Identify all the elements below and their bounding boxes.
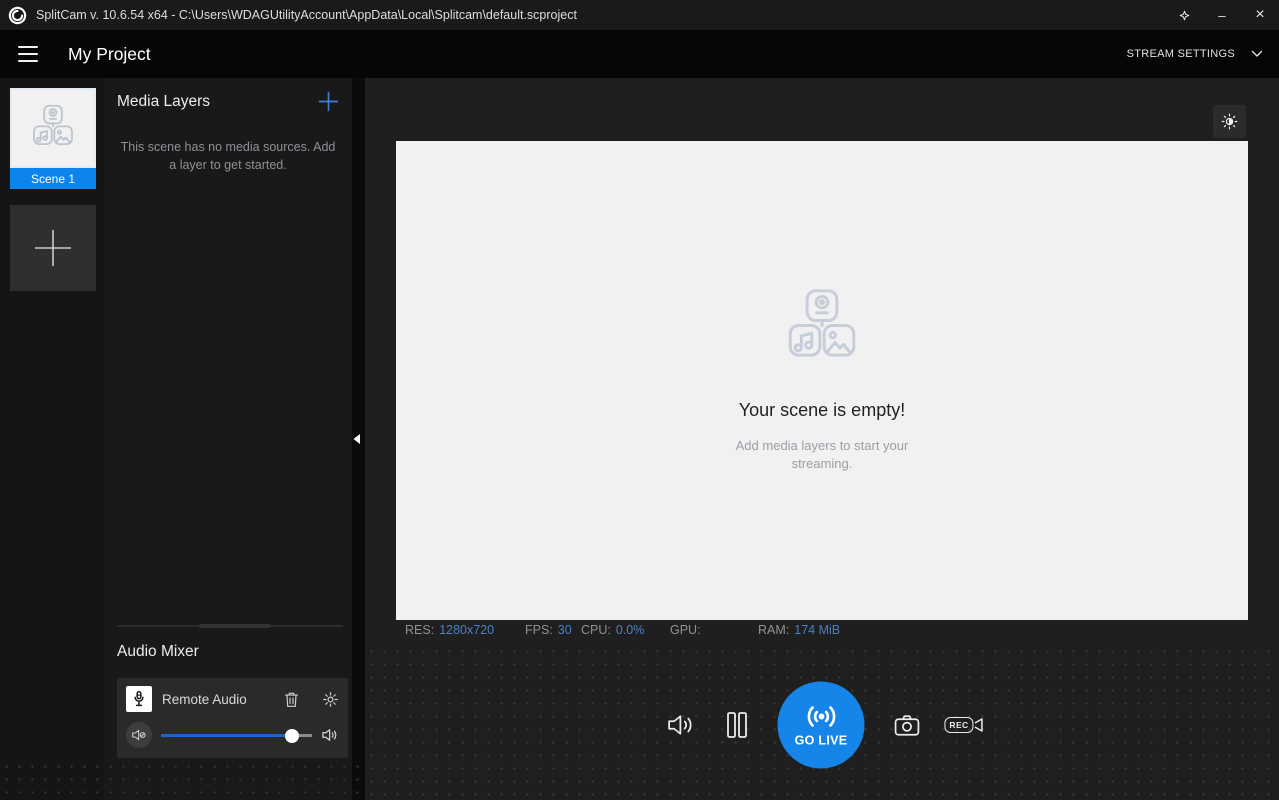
plus-icon xyxy=(33,228,73,268)
scene-label: Scene 1 xyxy=(10,168,96,189)
window-title: SplitCam v. 10.6.54 x64 - C:\Users\WDAGU… xyxy=(36,8,577,22)
panel-collapse-handle[interactable] xyxy=(352,78,365,800)
stat-ram: RAM:174 MiB xyxy=(758,623,840,637)
close-icon: × xyxy=(1255,6,1264,24)
brightness-button[interactable] xyxy=(1213,105,1246,138)
media-layers-title: Media Layers xyxy=(117,93,210,111)
output-volume-button[interactable] xyxy=(666,712,696,738)
minimize-button[interactable]: – xyxy=(1203,0,1241,30)
minimize-icon: – xyxy=(1218,8,1225,23)
scene-thumbnail xyxy=(10,88,96,168)
add-layer-button[interactable] xyxy=(317,90,340,113)
record-button[interactable]: REC xyxy=(944,717,983,733)
media-layers-panel: Media Layers This scene has no media sou… xyxy=(104,78,352,800)
hamburger-icon xyxy=(18,46,38,48)
delete-audio-source-button[interactable] xyxy=(284,691,299,708)
broadcast-icon xyxy=(803,703,839,731)
stat-cpu: CPU:0.0% xyxy=(581,623,644,637)
snapshot-button[interactable] xyxy=(893,713,921,737)
stat-fps: FPS:30 xyxy=(525,623,572,637)
scenes-sidebar: Scene 1 xyxy=(0,78,104,800)
preview-canvas: Your scene is empty! Add media layers to… xyxy=(396,141,1248,620)
empty-scene-title: Your scene is empty! xyxy=(739,400,905,421)
stat-gpu: GPU: xyxy=(670,623,706,637)
pause-icon xyxy=(725,711,749,739)
speaker-icon xyxy=(321,727,339,743)
preview-area: Your scene is empty! Add media layers to… xyxy=(365,78,1279,800)
rec-icon: REC xyxy=(944,717,983,733)
trash-icon xyxy=(284,691,299,708)
volume-slider[interactable] xyxy=(161,728,312,742)
scene-item-1[interactable]: Scene 1 xyxy=(10,88,96,189)
layers-scrollbar[interactable] xyxy=(117,623,343,628)
collapse-left-icon xyxy=(352,433,361,445)
four-point-star-icon xyxy=(1178,9,1191,22)
pin-button[interactable] xyxy=(1165,0,1203,30)
camera-icon xyxy=(893,713,921,737)
rec-label: REC xyxy=(944,717,973,733)
audio-volume-row xyxy=(126,722,339,748)
window-controls: – × xyxy=(1165,0,1279,30)
empty-scene-subtitle: Add media layers to start your streaming… xyxy=(730,437,915,473)
close-button[interactable]: × xyxy=(1241,0,1279,30)
brightness-sun-icon xyxy=(1220,112,1239,131)
media-layers-header: Media Layers xyxy=(117,90,340,113)
camcorder-cone-icon xyxy=(974,717,984,733)
audio-source-row: Remote Audio xyxy=(126,685,339,713)
scrollbar-thumb[interactable] xyxy=(199,624,271,628)
stream-settings-button[interactable]: STREAM SETTINGS xyxy=(1127,48,1263,60)
audio-settings-button[interactable] xyxy=(322,691,339,708)
microphone-icon xyxy=(126,686,152,712)
menu-button[interactable] xyxy=(18,46,38,62)
slider-thumb[interactable] xyxy=(285,729,299,743)
scene-placeholder-icon xyxy=(26,104,80,153)
media-layers-empty-message: This scene has no media sources. Add a l… xyxy=(118,138,338,174)
go-live-label: GO LIVE xyxy=(795,734,848,748)
header: My Project STREAM SETTINGS xyxy=(0,30,1279,78)
chevron-down-icon xyxy=(1251,50,1263,58)
scene-placeholder-icon xyxy=(776,288,868,370)
go-live-button[interactable]: GO LIVE xyxy=(778,682,865,769)
speaker-muted-icon xyxy=(131,728,147,742)
gear-icon xyxy=(322,691,339,708)
plus-icon xyxy=(317,90,340,113)
add-scene-button[interactable] xyxy=(10,205,96,291)
audio-source-name: Remote Audio xyxy=(162,692,274,707)
stat-resolution: RES:1280x720 xyxy=(405,623,494,637)
splitcam-logo-icon xyxy=(8,6,27,25)
status-bar: RES:1280x720 FPS:30 CPU:0.0% GPU: RAM:17… xyxy=(365,623,1279,645)
splitcam-window: SplitCam v. 10.6.54 x64 - C:\Users\WDAGU… xyxy=(0,0,1279,800)
mute-toggle-button[interactable] xyxy=(126,722,152,748)
pause-button[interactable] xyxy=(725,711,749,739)
project-title: My Project xyxy=(68,44,151,65)
slider-fill xyxy=(161,734,292,737)
speaker-icon xyxy=(666,712,696,738)
stream-settings-label: STREAM SETTINGS xyxy=(1127,48,1235,60)
titlebar: SplitCam v. 10.6.54 x64 - C:\Users\WDAGU… xyxy=(0,0,1279,30)
audio-mixer-title: Audio Mixer xyxy=(117,643,199,661)
audio-source-card: Remote Audio xyxy=(117,678,348,758)
